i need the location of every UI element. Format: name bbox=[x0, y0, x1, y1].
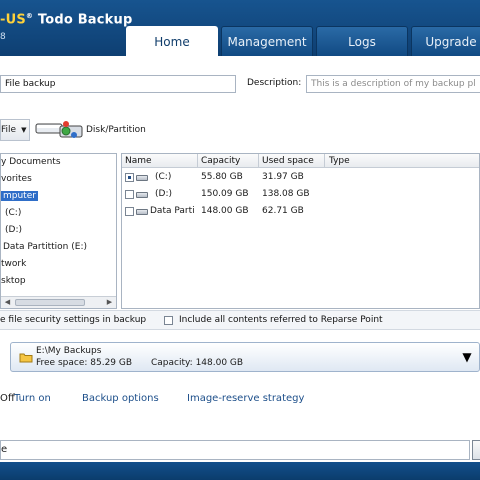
disk-partition-button[interactable]: Disk/Partition bbox=[34, 117, 154, 143]
tab-home[interactable]: Home bbox=[126, 26, 218, 57]
backup-options-bar: e file security settings in backup Inclu… bbox=[0, 310, 480, 330]
reparse-point-label[interactable]: Include all contents referred to Reparse… bbox=[179, 315, 383, 325]
chevron-down-icon: ▼ bbox=[21, 126, 27, 134]
tab-management[interactable]: Management bbox=[221, 26, 313, 56]
reparse-point-checkbox[interactable] bbox=[164, 316, 173, 325]
brand-name: Todo Backup bbox=[37, 12, 133, 28]
scroll-thumb[interactable] bbox=[15, 299, 85, 306]
row-checkbox[interactable] bbox=[125, 173, 134, 182]
destination-path: E:\My Backups bbox=[36, 346, 102, 356]
column-name[interactable]: Name bbox=[125, 156, 152, 166]
tab-upgrade[interactable]: Upgrade bbox=[411, 26, 480, 56]
hard-disk-icon bbox=[136, 209, 148, 215]
row-checkbox[interactable] bbox=[125, 207, 134, 216]
app-header: -US® Todo Backup 8 Home Management Logs … bbox=[0, 0, 480, 57]
folder-icon bbox=[19, 353, 33, 363]
description-label: Description: bbox=[247, 78, 302, 88]
column-type[interactable]: Type bbox=[329, 156, 350, 166]
tree-item-network[interactable]: twork bbox=[1, 259, 26, 269]
description-input[interactable]: This is a description of my backup pl bbox=[306, 75, 480, 93]
tree-item-drive-e[interactable]: Data Partittion (E:) bbox=[3, 242, 87, 252]
bottom-field[interactable]: e bbox=[0, 440, 470, 460]
version-label: 8 bbox=[0, 32, 6, 42]
disk-partition-label: Disk/Partition bbox=[86, 125, 146, 135]
tree-item-computer[interactable]: mputer bbox=[1, 191, 38, 201]
destination-free-space: Free space: 85.29 GB bbox=[36, 358, 133, 368]
backup-name-input[interactable]: File backup bbox=[0, 75, 236, 93]
hard-disk-icon bbox=[136, 175, 148, 181]
bottom-field-text: e bbox=[1, 444, 8, 455]
brand-partial: -US bbox=[0, 12, 26, 28]
disk-table-header: Name Capacity Used space Type bbox=[122, 154, 479, 168]
tree-horizontal-scrollbar[interactable]: ◀ ▶ bbox=[1, 296, 116, 308]
tree-item-favorites[interactable]: vorites bbox=[1, 174, 32, 184]
chevron-down-icon[interactable]: ▼ bbox=[455, 343, 479, 371]
backup-options-link[interactable]: Backup options bbox=[82, 393, 159, 404]
column-used-space[interactable]: Used space bbox=[262, 156, 314, 166]
tree-item-drive-d[interactable]: (D:) bbox=[5, 225, 22, 235]
destination-selector[interactable]: E:\My Backups Free space: 85.29 GB Capac… bbox=[10, 342, 480, 372]
scroll-left-icon[interactable]: ◀ bbox=[2, 298, 13, 307]
file-mode-button[interactable]: File ▼ bbox=[0, 119, 30, 141]
file-mode-label: File bbox=[1, 125, 17, 135]
disk-table: Name Capacity Used space Type (C:) 55.80… bbox=[121, 153, 480, 309]
schedule-state-label: Off bbox=[0, 393, 15, 404]
disk-partition-icon bbox=[35, 121, 83, 138]
tree-item-documents[interactable]: y Documents bbox=[1, 157, 61, 167]
app-footer bbox=[0, 462, 480, 480]
turn-on-link[interactable]: Turn on bbox=[14, 393, 51, 404]
folder-tree[interactable]: y Documents vorites mputer (C:) (D:) Dat… bbox=[0, 153, 117, 309]
proceed-button[interactable] bbox=[472, 440, 480, 460]
tree-item-prefix: y bbox=[1, 157, 7, 167]
image-reserve-strategy-link[interactable]: Image-reserve strategy bbox=[187, 393, 304, 404]
hard-disk-icon bbox=[136, 192, 148, 198]
destination-capacity: Capacity: 148.00 GB bbox=[151, 358, 244, 368]
app-brand: -US® Todo Backup bbox=[0, 12, 133, 28]
tree-item-drive-c[interactable]: (C:) bbox=[5, 208, 21, 218]
tree-item-desktop[interactable]: sktop bbox=[1, 276, 26, 286]
row-checkbox[interactable] bbox=[125, 190, 134, 199]
column-capacity[interactable]: Capacity bbox=[201, 156, 240, 166]
scroll-right-icon[interactable]: ▶ bbox=[104, 298, 115, 307]
tab-logs[interactable]: Logs bbox=[316, 26, 408, 56]
security-settings-label[interactable]: e file security settings in backup bbox=[0, 315, 146, 325]
